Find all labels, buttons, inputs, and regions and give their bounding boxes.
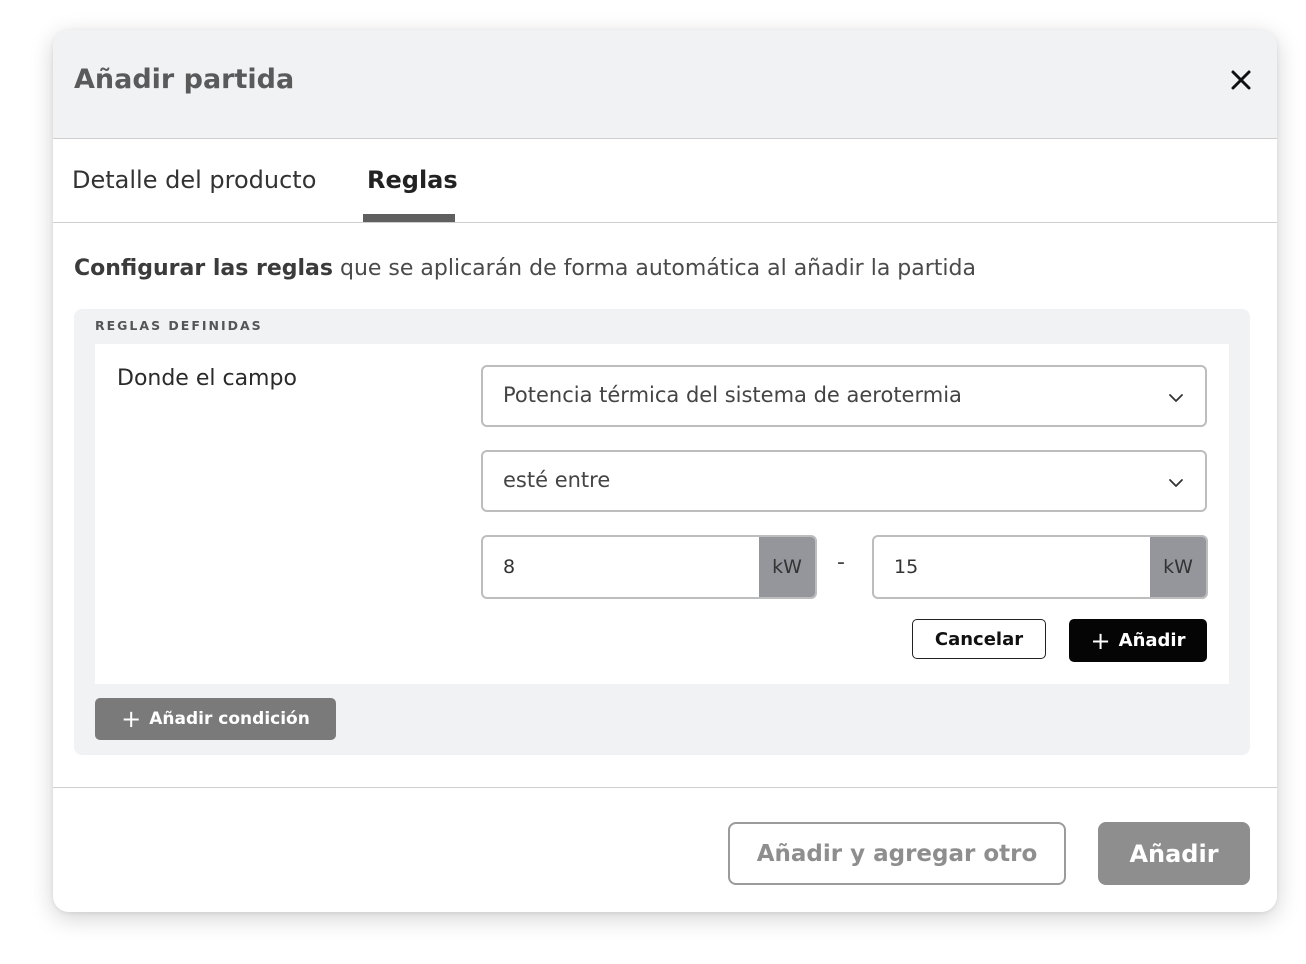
add-and-add-another-button[interactable]: Añadir y agregar otro bbox=[728, 822, 1066, 885]
operator-select-value: esté entre bbox=[503, 468, 611, 492]
defined-rules-caption: REGLAS DEFINIDAS bbox=[95, 318, 263, 333]
min-unit-badge: kW bbox=[759, 537, 815, 597]
field-select-value: Potencia térmica del sistema de aeroterm… bbox=[503, 383, 962, 407]
max-value-field: kW bbox=[872, 535, 1208, 599]
max-unit-badge: kW bbox=[1150, 537, 1206, 597]
min-value-input[interactable] bbox=[483, 537, 753, 597]
defined-rules-panel: REGLAS DEFINIDAS Donde el campo Potencia… bbox=[74, 309, 1250, 755]
add-rule-button[interactable]: + Añadir bbox=[1069, 619, 1207, 662]
max-value-input[interactable] bbox=[874, 537, 1144, 597]
tab-bar: Detalle del producto Reglas bbox=[53, 138, 1277, 223]
plus-icon: + bbox=[1090, 626, 1111, 655]
chevron-down-icon bbox=[1169, 394, 1183, 402]
add-rule-label: Añadir bbox=[1118, 630, 1186, 651]
field-label: Donde el campo bbox=[117, 366, 297, 391]
add-condition-button[interactable]: + Añadir condición bbox=[95, 698, 336, 740]
rules-intro-bold: Configurar las reglas bbox=[74, 256, 333, 281]
active-tab-indicator bbox=[363, 214, 455, 222]
add-item-dialog: Añadir partida Detalle del producto Regl… bbox=[53, 30, 1277, 912]
rules-intro-rest: que se aplicarán de forma automática al … bbox=[332, 256, 976, 281]
plus-icon: + bbox=[121, 705, 142, 733]
tab-rules[interactable]: Reglas bbox=[367, 166, 458, 194]
add-condition-label: Añadir condición bbox=[149, 709, 310, 729]
dialog-footer: Añadir y agregar otro Añadir bbox=[53, 787, 1277, 912]
dialog-header: Añadir partida bbox=[53, 30, 1277, 139]
rule-editor-card: Donde el campo Potencia térmica del sist… bbox=[95, 344, 1229, 684]
field-select[interactable]: Potencia térmica del sistema de aeroterm… bbox=[481, 365, 1207, 427]
add-button[interactable]: Añadir bbox=[1098, 822, 1250, 885]
min-value-field: kW bbox=[481, 535, 817, 599]
rules-intro-text: Configurar las reglas que se aplicarán d… bbox=[74, 256, 976, 281]
close-icon[interactable] bbox=[1227, 66, 1255, 94]
tab-product-detail[interactable]: Detalle del producto bbox=[72, 166, 316, 194]
dialog-title: Añadir partida bbox=[74, 64, 295, 95]
operator-select[interactable]: esté entre bbox=[481, 450, 1207, 512]
chevron-down-icon bbox=[1169, 479, 1183, 487]
range-separator: - bbox=[837, 550, 845, 575]
cancel-rule-button[interactable]: Cancelar bbox=[912, 619, 1046, 659]
